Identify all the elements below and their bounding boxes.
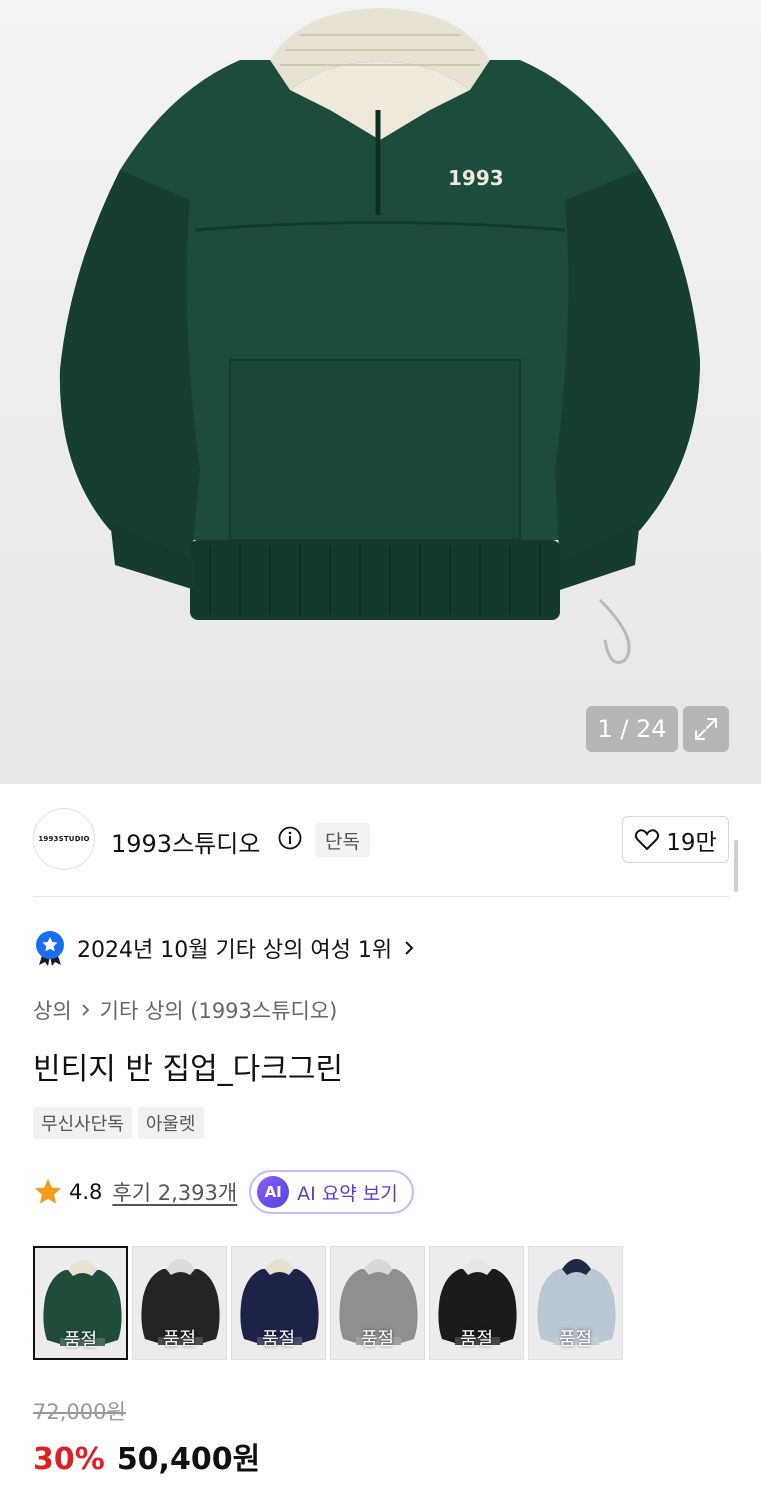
rating-row: 4.8 후기 2,393개 AI AI 요약 보기 <box>33 1170 414 1214</box>
ai-summary-label: AI 요약 보기 <box>297 1182 398 1205</box>
product-logo: 1993 <box>448 166 504 190</box>
tag-outlet: 아울렛 <box>137 1107 204 1139</box>
variant-option[interactable]: 품절 <box>132 1246 227 1360</box>
brand-logo[interactable]: 1993STUDIO <box>33 808 95 870</box>
info-icon[interactable] <box>278 826 302 850</box>
soldout-label: 품절 <box>459 1329 494 1350</box>
brand-name[interactable]: 1993스튜디오 <box>111 824 260 859</box>
breadcrumb: 상의 기타 상의 (1993스튜디오) <box>33 994 337 1026</box>
variant-option[interactable]: 품절 <box>33 1246 128 1360</box>
divider <box>33 896 729 897</box>
ranking-badge-icon <box>36 931 64 966</box>
product-tags: 무신사단독 아울렛 <box>33 1107 204 1139</box>
ranking-link[interactable]: 2024년 10월 기타 상의 여성 1위 <box>33 928 416 968</box>
expand-button[interactable] <box>683 706 729 752</box>
expand-icon <box>695 718 717 740</box>
variant-option[interactable]: 품절 <box>429 1246 524 1360</box>
image-counter: 1 / 24 <box>586 706 678 752</box>
ai-icon: AI <box>257 1176 290 1208</box>
chevron-right-icon <box>405 941 414 955</box>
soldout-label: 품절 <box>360 1329 395 1350</box>
rating-score: 4.8 <box>69 1180 103 1204</box>
review-count-link[interactable]: 후기 2,393개 <box>112 1177 237 1207</box>
color-variants: 품절 품절 품절 품절 품절 품절 <box>33 1246 623 1360</box>
breadcrumb-item-category[interactable]: 기타 상의 (1993스튜디오) <box>100 995 338 1025</box>
heart-icon <box>635 828 660 850</box>
ai-summary-button[interactable]: AI AI 요약 보기 <box>249 1170 414 1214</box>
product-image: 1993 <box>59 8 701 664</box>
brand-row: 1993STUDIO 1993스튜디오 단독 19만 <box>0 784 761 896</box>
variant-option[interactable]: 품절 <box>528 1246 623 1360</box>
soldout-label: 품절 <box>63 1330 98 1351</box>
discount-rate: 30% <box>33 1442 105 1477</box>
variant-option[interactable]: 품절 <box>330 1246 425 1360</box>
exclusive-tag: 단독 <box>315 823 370 857</box>
soldout-label: 품절 <box>162 1329 197 1350</box>
star-icon <box>35 1179 61 1204</box>
price-row: 30% 50,400원 <box>33 1434 260 1478</box>
sale-price: 50,400원 <box>116 1442 261 1477</box>
tag-musinsa-exclusive: 무신사단독 <box>33 1107 132 1139</box>
soldout-label: 품절 <box>261 1329 296 1350</box>
breadcrumb-item-top[interactable]: 상의 <box>33 995 72 1025</box>
product-title: 빈티지 반 집업_다크그린 <box>33 1052 344 1087</box>
soldout-label: 품절 <box>558 1329 593 1350</box>
scrollbar[interactable] <box>734 840 738 892</box>
original-price: 72,000원 <box>33 1400 126 1424</box>
like-count: 19만 <box>666 829 717 856</box>
ranking-text: 2024년 10월 기타 상의 여성 1위 <box>77 938 393 963</box>
variant-option[interactable]: 품절 <box>231 1246 326 1360</box>
chevron-right-icon <box>82 1004 89 1016</box>
like-button[interactable]: 19만 <box>622 816 729 863</box>
product-image-gallery[interactable]: 1993 1 / 24 <box>0 0 761 784</box>
